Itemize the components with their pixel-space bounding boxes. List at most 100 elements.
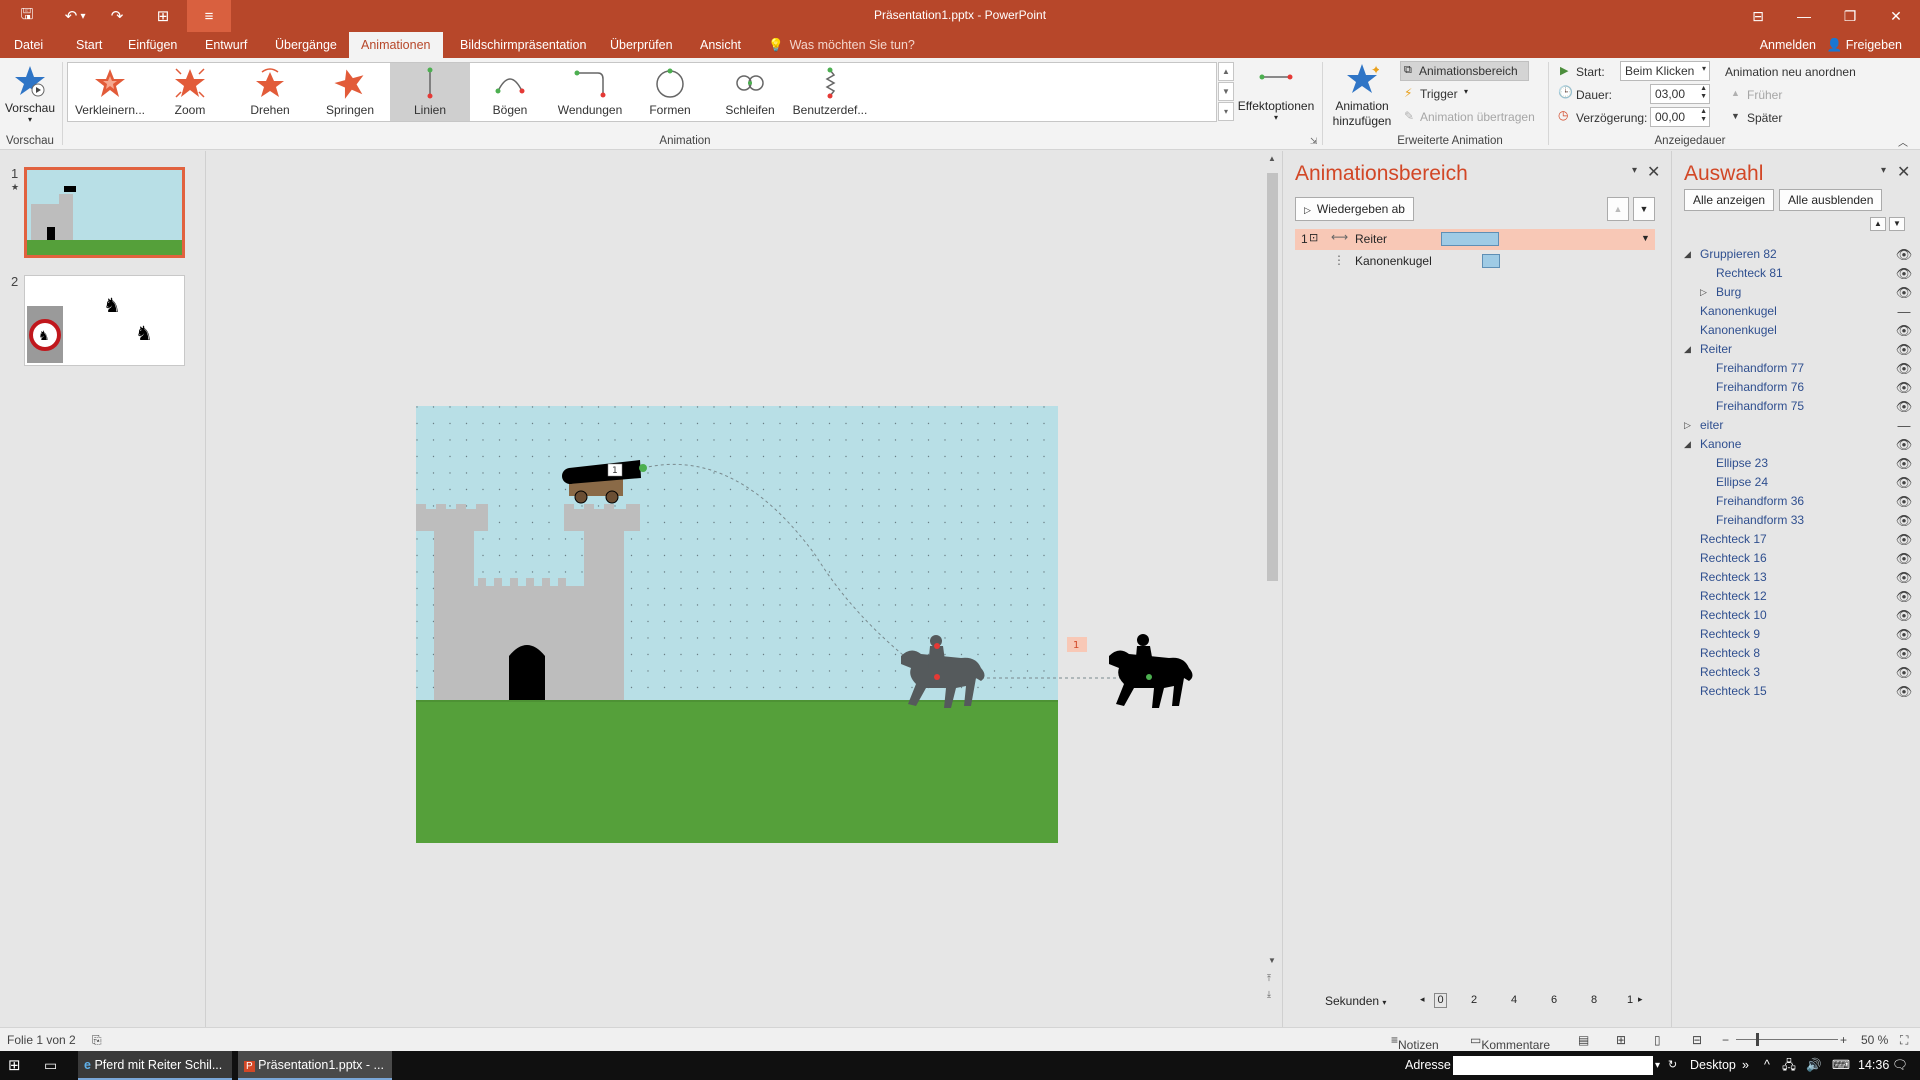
selection-list-item[interactable]: Freihandform 76 👁	[1672, 378, 1920, 397]
expand-toggle-icon[interactable]: ◢	[1684, 340, 1696, 359]
taskbar-app-browser[interactable]: e Pferd mit Reiter Schil...	[78, 1051, 232, 1080]
close-icon[interactable]: ✕	[1873, 0, 1919, 32]
preview-button[interactable]: Vorschau ▾	[4, 62, 56, 132]
animation-painter-button[interactable]: ✎ Animation übertragen	[1404, 108, 1544, 126]
anim-boegen[interactable]: Bögen	[470, 63, 550, 121]
tab-bildschirmpraesentation[interactable]: Bildschirmpräsentation	[448, 32, 598, 58]
zoom-slider[interactable]	[1736, 1039, 1838, 1040]
show-all-button[interactable]: Alle anzeigen	[1684, 189, 1775, 211]
fit-to-window-icon[interactable]: ⛶	[1900, 1033, 1908, 1048]
tab-entwurf[interactable]: Entwurf	[193, 32, 259, 58]
visibility-toggle-icon[interactable]: 👁	[1895, 264, 1913, 283]
notifications-icon[interactable]: 🗨	[1892, 1051, 1908, 1080]
slideshow-view-icon[interactable]: ⊟	[1692, 1033, 1702, 1047]
visibility-toggle-icon[interactable]: —	[1895, 302, 1913, 321]
anim-formen[interactable]: Formen	[630, 63, 710, 121]
animation-list-item[interactable]: ⋮ Kanonenkugel	[1295, 251, 1655, 272]
refresh-icon[interactable]: ↻	[1668, 1051, 1677, 1080]
share-button[interactable]: 👤 Freigeben	[1827, 32, 1902, 58]
normal-view-icon[interactable]: ▤	[1578, 1033, 1589, 1047]
tab-datei[interactable]: Datei	[2, 32, 55, 58]
zoom-slider-thumb[interactable]	[1756, 1033, 1759, 1046]
selection-list-item[interactable]: ◢ Reiter 👁	[1672, 340, 1920, 359]
anim-drehen[interactable]: Drehen	[230, 63, 310, 121]
anim-linien[interactable]: Linien	[390, 63, 470, 121]
expand-toggle-icon[interactable]: ▷	[1684, 416, 1696, 435]
slide-sorter-icon[interactable]: ⊞	[1616, 1033, 1626, 1047]
anim-schleifen[interactable]: Schleifen	[710, 63, 790, 121]
gallery-scroll-down-icon[interactable]: ▼	[1218, 82, 1234, 101]
anim-springen[interactable]: Springen	[310, 63, 390, 121]
toolbar-more-icon[interactable]: »	[1742, 1051, 1749, 1080]
tab-einfuegen[interactable]: Einfügen	[116, 32, 189, 58]
visibility-toggle-icon[interactable]: 👁	[1895, 473, 1913, 492]
anim-wendungen[interactable]: Wendungen	[550, 63, 630, 121]
move-earlier-button[interactable]: ▲ Früher	[1731, 86, 1801, 104]
zoom-level[interactable]: 50 %	[1861, 1033, 1888, 1047]
gallery-scroll-up-icon[interactable]: ▲	[1218, 62, 1234, 81]
selection-list-item[interactable]: Freihandform 33 👁	[1672, 511, 1920, 530]
duration-input[interactable]: 03,00 ▲ ▼	[1650, 84, 1710, 104]
clock[interactable]: 14:36	[1858, 1051, 1889, 1080]
sign-in-link[interactable]: Anmelden	[1760, 32, 1816, 58]
bring-forward-icon[interactable]: ▲	[1870, 217, 1886, 231]
play-from-button[interactable]: ▷ Wiedergeben ab	[1295, 197, 1414, 221]
selection-list-item[interactable]: Rechteck 16 👁	[1672, 549, 1920, 568]
visibility-toggle-icon[interactable]: 👁	[1895, 435, 1913, 454]
expand-toggle-icon[interactable]: ◢	[1684, 245, 1696, 264]
visibility-toggle-icon[interactable]: 👁	[1895, 321, 1913, 340]
visibility-toggle-icon[interactable]: 👁	[1895, 568, 1913, 587]
desktop-toolbar[interactable]: Desktop	[1690, 1051, 1736, 1080]
trigger-button[interactable]: ⚡ Trigger ▾	[1404, 85, 1484, 103]
volume-icon[interactable]: 🔊	[1806, 1051, 1822, 1080]
add-animation-button[interactable]: ✦ Animation hinzufügen	[1326, 62, 1398, 136]
editor-vertical-scrollbar[interactable]: ▲ ▼ ⤒ ⤓	[1264, 151, 1281, 1006]
expand-toggle-icon[interactable]: ◢	[1684, 435, 1696, 454]
address-dropdown-icon[interactable]: ▾	[1655, 1051, 1660, 1080]
zoom-out-icon[interactable]: −	[1722, 1033, 1729, 1047]
visibility-toggle-icon[interactable]: 👁	[1895, 606, 1913, 625]
slide-thumbnail-2[interactable]: ♞ ♞ ♞	[24, 275, 185, 366]
selection-list-item[interactable]: Kanonenkugel —	[1672, 302, 1920, 321]
animation-list-item[interactable]: 1 ⊡ ⟷ Reiter ▼	[1295, 229, 1655, 250]
keyboard-icon[interactable]: ⌨	[1832, 1051, 1850, 1080]
selection-list-item[interactable]: Freihandform 75 👁	[1672, 397, 1920, 416]
selection-list-item[interactable]: Rechteck 10 👁	[1672, 606, 1920, 625]
comments-button[interactable]: ▭ Kommentare	[1470, 1033, 1550, 1052]
spellcheck-icon[interactable]: ⎘	[92, 1033, 102, 1048]
start-select[interactable]: Beim Klicken ▾	[1620, 61, 1710, 81]
visibility-toggle-icon[interactable]: 👁	[1895, 492, 1913, 511]
move-later-button[interactable]: ▼ Später	[1731, 109, 1801, 127]
visibility-toggle-icon[interactable]: 👁	[1895, 283, 1913, 302]
visibility-toggle-icon[interactable]: 👁	[1895, 397, 1913, 416]
tab-start[interactable]: Start	[64, 32, 114, 58]
timeline-ruler[interactable]: ◂ 0 2 4 6 8 1 ▸	[1420, 992, 1650, 1010]
send-backward-icon[interactable]: ▼	[1889, 217, 1905, 231]
selection-list-item[interactable]: Rechteck 15 👁	[1672, 682, 1920, 701]
ribbon-display-options-icon[interactable]: ⊟	[1735, 0, 1781, 32]
scrollbar-thumb[interactable]	[1267, 173, 1278, 581]
visibility-toggle-icon[interactable]: 👁	[1895, 530, 1913, 549]
address-input[interactable]	[1453, 1056, 1653, 1075]
next-slide-icon[interactable]: ⤓	[1267, 989, 1271, 1000]
pane-options-icon[interactable]: ▾	[1632, 165, 1637, 176]
anim-zoom[interactable]: Zoom	[150, 63, 230, 121]
minimize-icon[interactable]: —	[1781, 0, 1827, 32]
item-dropdown-icon[interactable]: ▼	[1641, 233, 1650, 243]
selection-list-item[interactable]: ◢ Kanone 👁	[1672, 435, 1920, 454]
zoom-in-icon[interactable]: +	[1840, 1033, 1847, 1047]
selection-list-item[interactable]: Ellipse 24 👁	[1672, 473, 1920, 492]
selection-list-item[interactable]: Rechteck 13 👁	[1672, 568, 1920, 587]
pane-options-icon[interactable]: ▾	[1881, 165, 1886, 176]
task-view-icon[interactable]: ▭	[44, 1051, 57, 1080]
visibility-toggle-icon[interactable]: 👁	[1895, 682, 1913, 701]
tray-expand-icon[interactable]: ^	[1764, 1051, 1770, 1080]
visibility-toggle-icon[interactable]: 👁	[1895, 378, 1913, 397]
visibility-toggle-icon[interactable]: —	[1895, 416, 1913, 435]
taskbar-app-powerpoint[interactable]: P Präsentation1.pptx - ...	[238, 1051, 392, 1080]
selection-list-item[interactable]: Rechteck 8 👁	[1672, 644, 1920, 663]
group-dialog-launcher-icon[interactable]: ⇲	[1310, 136, 1318, 147]
selection-list-item[interactable]: Rechteck 9 👁	[1672, 625, 1920, 644]
selection-list-item[interactable]: Ellipse 23 👁	[1672, 454, 1920, 473]
selection-list-item[interactable]: Freihandform 77 👁	[1672, 359, 1920, 378]
